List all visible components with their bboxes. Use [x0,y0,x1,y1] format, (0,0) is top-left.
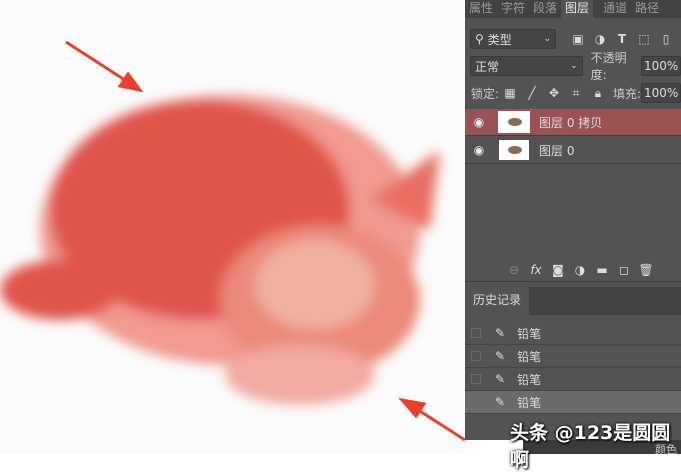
lock-label: 锁定: [471,86,500,101]
chevron-down-icon: ⌄ [543,34,551,44]
opacity-label: 不透明度: [590,51,627,82]
adjustment-layer-icon[interactable]: ◑ [572,263,588,277]
lock-brush-icon[interactable]: ╱ [524,86,540,100]
tab-properties[interactable]: 属性 [465,0,497,18]
eye-icon[interactable]: ◉ [465,115,493,129]
tab-history[interactable]: 历史记录 [465,287,530,315]
type-filter-icon[interactable]: T [614,32,630,46]
chevron-down-icon: ⌄ [570,61,578,71]
document-canvas[interactable] [0,0,466,454]
layers-panel: 属性 字符 段落 图层 通道 路径 ⚲ 类型 ⌄ ▣ ◑ T ⬚ ▯ 正常 ⌄ 不透… [465,0,681,456]
layer-row[interactable]: ◉ 图层 0 [465,137,681,164]
opacity-input[interactable]: 100% [641,56,681,76]
tab-layers[interactable]: 图层 [561,0,594,18]
history-item[interactable]: ✎ 铅笔 [465,368,681,391]
tab-paragraph[interactable]: 段落 [529,0,561,18]
fx-icon[interactable]: fx [528,263,544,277]
checkbox[interactable] [471,374,481,384]
smart-object-filter-icon[interactable]: ▯ [658,32,674,46]
watermark: 头条 @123是圆圆啊 [510,422,671,471]
layer-name: 图层 0 [539,143,575,158]
filter-type-select[interactable]: ⚲ 类型 ⌄ [470,29,556,49]
lock-all-icon[interactable]: 🔒︎ [590,86,606,101]
panel-tabs: 属性 字符 段落 图层 通道 路径 [465,0,681,18]
pencil-icon: ✎ [495,349,506,363]
lock-move-icon[interactable]: ✥ [546,86,562,100]
cat-image [0,40,466,442]
layer-thumbnail [499,140,529,160]
adjustment-filter-icon[interactable]: ◑ [592,32,608,46]
layer-row[interactable]: ◉ 图层 0 拷贝 [465,109,681,136]
history-item[interactable]: ✎ 铅笔 [465,322,681,345]
link-icon[interactable]: ⊖ [506,263,522,277]
arrow-top [65,40,144,93]
checkbox[interactable] [471,328,481,338]
mask-icon[interactable]: ◙ [550,263,566,277]
layer-thumbnail [498,111,530,133]
pencil-icon: ✎ [495,326,506,340]
trash-icon[interactable]: 🗑︎ [638,263,654,277]
arrow-bottom [398,397,466,442]
pixel-filter-icon[interactable]: ▣ [570,32,586,46]
fill-input[interactable]: 100% [640,83,681,103]
eye-icon[interactable]: ◉ [465,143,493,157]
tab-paths[interactable]: 路径 [631,0,663,18]
lock-transparent-icon[interactable]: ▦ [502,86,518,100]
history-item[interactable]: ✎ 铅笔 [465,345,681,368]
blend-mode-select[interactable]: 正常 ⌄ [470,56,583,76]
pencil-icon: ✎ [495,372,506,386]
lock-artboard-icon[interactable]: ⌗ [568,86,584,101]
checkbox[interactable] [471,351,481,361]
tab-character[interactable]: 字符 [497,0,529,18]
checkbox[interactable] [471,397,481,407]
folder-icon[interactable]: ▬ [594,263,610,277]
search-icon: ⚲ [475,32,488,46]
new-layer-icon[interactable]: ◻ [616,263,632,277]
layer-name: 图层 0 拷贝 [539,115,603,130]
tab-channels[interactable]: 通道 [599,0,631,18]
history-item-current[interactable]: ✎ 铅笔 [465,391,681,414]
pencil-icon: ✎ [495,395,506,409]
shape-filter-icon[interactable]: ⬚ [636,32,652,46]
fill-label: 填充: [612,86,641,101]
